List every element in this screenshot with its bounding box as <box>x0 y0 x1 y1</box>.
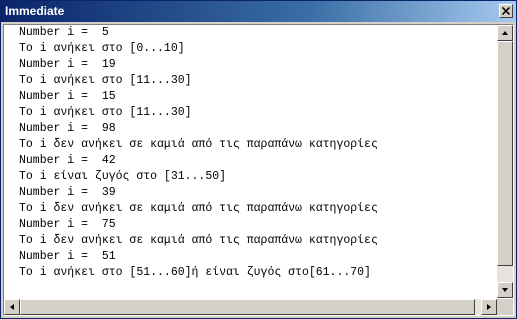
output-line: Number i = 39 <box>19 186 116 199</box>
output-text-area[interactable]: Number i = 5 To i ανήκει στο [0...10] Nu… <box>4 25 497 298</box>
output-line: Number i = 15 <box>19 90 116 103</box>
immediate-window: Immediate Number i = 5 To i ανήκει στο [… <box>0 0 517 319</box>
output-line: To i ανήκει στο [11...30] <box>19 74 192 87</box>
close-icon <box>502 7 510 15</box>
window-title: Immediate <box>5 4 65 18</box>
output-line: To i δεν ανήκει σε καμιά από τις παραπάν… <box>19 202 378 215</box>
scroll-up-button[interactable] <box>497 25 513 41</box>
horizontal-scroll-thumb[interactable] <box>20 299 475 315</box>
output-line: To i ανήκει στο [51...60]ή είναι ζυγός σ… <box>19 266 371 279</box>
close-button[interactable] <box>499 4 513 18</box>
output-line: Number i = 5 <box>19 26 109 39</box>
output-line: To i ανήκει στο [0...10] <box>19 42 185 55</box>
output-line: To i ανήκει στο [11...30] <box>19 106 192 119</box>
output-line: To i δεν ανήκει σε καμιά από τις παραπάν… <box>19 138 378 151</box>
output-line: Number i = 98 <box>19 122 116 135</box>
arrow-right-icon <box>487 304 491 310</box>
arrow-down-icon <box>502 288 508 292</box>
output-line: Number i = 19 <box>19 58 116 71</box>
output-line: To i είναι ζυγός στο [31...50] <box>19 170 227 183</box>
immediate-pane[interactable]: Number i = 5 To i ανήκει στο [0...10] Nu… <box>3 24 514 316</box>
output-line: Number i = 75 <box>19 218 116 231</box>
output-line: Number i = 42 <box>19 154 116 167</box>
horizontal-scrollbar[interactable] <box>4 299 497 315</box>
arrow-left-icon <box>10 304 14 310</box>
output-line: Number i = 51 <box>19 250 116 263</box>
arrow-up-icon <box>502 31 508 35</box>
vertical-scroll-thumb[interactable] <box>497 41 513 266</box>
scroll-left-button[interactable] <box>4 299 20 315</box>
output-line: To i δεν ανήκει σε καμιά από τις παραπάν… <box>19 234 378 247</box>
vertical-scrollbar[interactable] <box>497 25 513 298</box>
scroll-down-button[interactable] <box>497 282 513 298</box>
title-bar[interactable]: Immediate <box>1 1 516 22</box>
scrollbar-corner <box>497 299 513 315</box>
scroll-right-button[interactable] <box>481 299 497 315</box>
